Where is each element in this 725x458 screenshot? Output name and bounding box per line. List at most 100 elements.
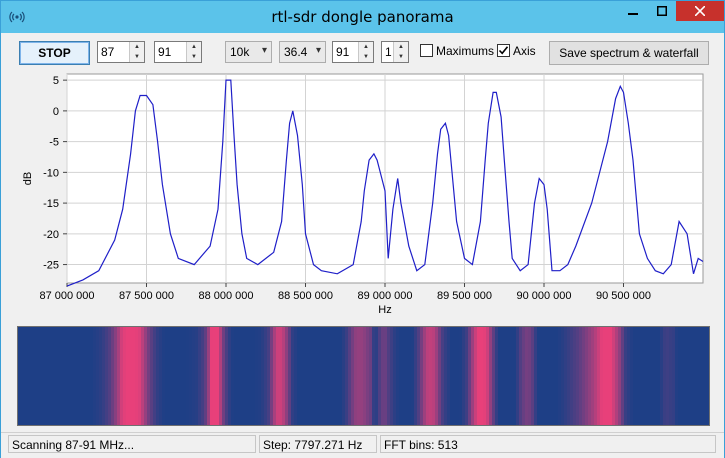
gain-value: 36.4 (284, 45, 308, 59)
minimize-button[interactable] (618, 1, 647, 21)
spin-up-icon[interactable]: ▲ (130, 42, 144, 52)
waterfall-column (471, 327, 474, 425)
waterfall-column (372, 327, 375, 425)
spin-down-icon[interactable]: ▼ (187, 52, 201, 62)
waterfall-column (363, 327, 366, 425)
waterfall-column (69, 327, 72, 425)
minimize-icon (627, 13, 638, 15)
status-text: Scanning 87-91 MHz... (8, 435, 256, 453)
waterfall-column (525, 327, 528, 425)
waterfall-column (672, 327, 675, 425)
waterfall-column (51, 327, 54, 425)
waterfall-column (447, 327, 450, 425)
waterfall-column (30, 327, 33, 425)
spin-up-icon[interactable]: ▲ (394, 42, 408, 52)
waterfall-column (435, 327, 438, 425)
spin-down-icon[interactable]: ▼ (394, 52, 408, 62)
waterfall-column (399, 327, 402, 425)
freq-end-value: 91 (158, 45, 172, 59)
waterfall-column (204, 327, 207, 425)
waterfall-column (501, 327, 504, 425)
averaging-spinner[interactable]: 1 ▲ ▼ (381, 41, 409, 63)
waterfall-column (108, 327, 111, 425)
waterfall-column (486, 327, 489, 425)
waterfall-column (423, 327, 426, 425)
waterfall-column (696, 327, 699, 425)
y-tick-label: -20 (43, 229, 59, 241)
waterfall-column (381, 327, 384, 425)
waterfall-column (441, 327, 444, 425)
waterfall-column (642, 327, 645, 425)
gain-select[interactable]: 36.4 ▾ (279, 41, 326, 63)
waterfall-column (276, 327, 279, 425)
close-button[interactable] (676, 1, 724, 21)
waterfall-column (570, 327, 573, 425)
waterfall-column (393, 327, 396, 425)
waterfall-column (657, 327, 660, 425)
checkmark-icon (498, 46, 509, 55)
waterfall-column (396, 327, 399, 425)
waterfall-column (621, 327, 624, 425)
waterfall-column (483, 327, 486, 425)
waterfall-column (18, 327, 21, 425)
waterfall-column (528, 327, 531, 425)
waterfall-column (285, 327, 288, 425)
spin-down-icon[interactable]: ▼ (130, 52, 144, 62)
spectrum-chart: 87 000 000 87 500 000 88 000 000 88 500 000… (22, 73, 704, 316)
waterfall-column (492, 327, 495, 425)
waterfall-column (489, 327, 492, 425)
waterfall-column (594, 327, 597, 425)
fft-size-spinner[interactable]: 91 ▲ ▼ (332, 41, 374, 63)
waterfall-column (165, 327, 168, 425)
waterfall-column (546, 327, 549, 425)
waterfall-column (42, 327, 45, 425)
waterfall-column (75, 327, 78, 425)
waterfall-column (507, 327, 510, 425)
axis-checkbox[interactable] (497, 44, 510, 57)
maximize-button[interactable] (647, 1, 676, 21)
waterfall-column (315, 327, 318, 425)
waterfall-column (195, 327, 198, 425)
waterfall-column (309, 327, 312, 425)
spin-up-icon[interactable]: ▲ (187, 42, 201, 52)
waterfall-column (147, 327, 150, 425)
x-axis-label: Hz (378, 304, 391, 316)
waterfall-column (219, 327, 222, 425)
waterfall-column (669, 327, 672, 425)
waterfall-column (249, 327, 252, 425)
waterfall-column (162, 327, 165, 425)
waterfall-column (426, 327, 429, 425)
waterfall-column (660, 327, 663, 425)
waterfall-column (174, 327, 177, 425)
chevron-down-icon: ▾ (315, 45, 321, 56)
stop-button[interactable]: STOP (19, 41, 90, 65)
waterfall-column (411, 327, 414, 425)
waterfall-column (96, 327, 99, 425)
waterfall-column (45, 327, 48, 425)
waterfall-column (555, 327, 558, 425)
bandwidth-select[interactable]: 10k ▾ (225, 41, 272, 63)
waterfall-column (477, 327, 480, 425)
freq-end-spinner[interactable]: 91 ▲ ▼ (154, 41, 202, 63)
maximums-checkbox[interactable] (420, 44, 433, 57)
waterfall-column (504, 327, 507, 425)
freq-start-spinner[interactable]: 87 ▲ ▼ (97, 41, 145, 63)
spin-down-icon[interactable]: ▼ (359, 52, 373, 62)
waterfall-column (687, 327, 690, 425)
save-spectrum-button[interactable]: Save spectrum & waterfall (549, 41, 709, 65)
waterfall-column (318, 327, 321, 425)
waterfall-column (432, 327, 435, 425)
waterfall-column (198, 327, 201, 425)
waterfall-column (201, 327, 204, 425)
waterfall-column (237, 327, 240, 425)
x-tick-label: 88 500 000 (278, 290, 333, 302)
waterfall-column (561, 327, 564, 425)
waterfall-column (231, 327, 234, 425)
waterfall-column (123, 327, 126, 425)
waterfall-column (81, 327, 84, 425)
waterfall-column (207, 327, 210, 425)
waterfall-column (456, 327, 459, 425)
waterfall-column (360, 327, 363, 425)
spin-up-icon[interactable]: ▲ (359, 42, 373, 52)
waterfall-column (390, 327, 393, 425)
